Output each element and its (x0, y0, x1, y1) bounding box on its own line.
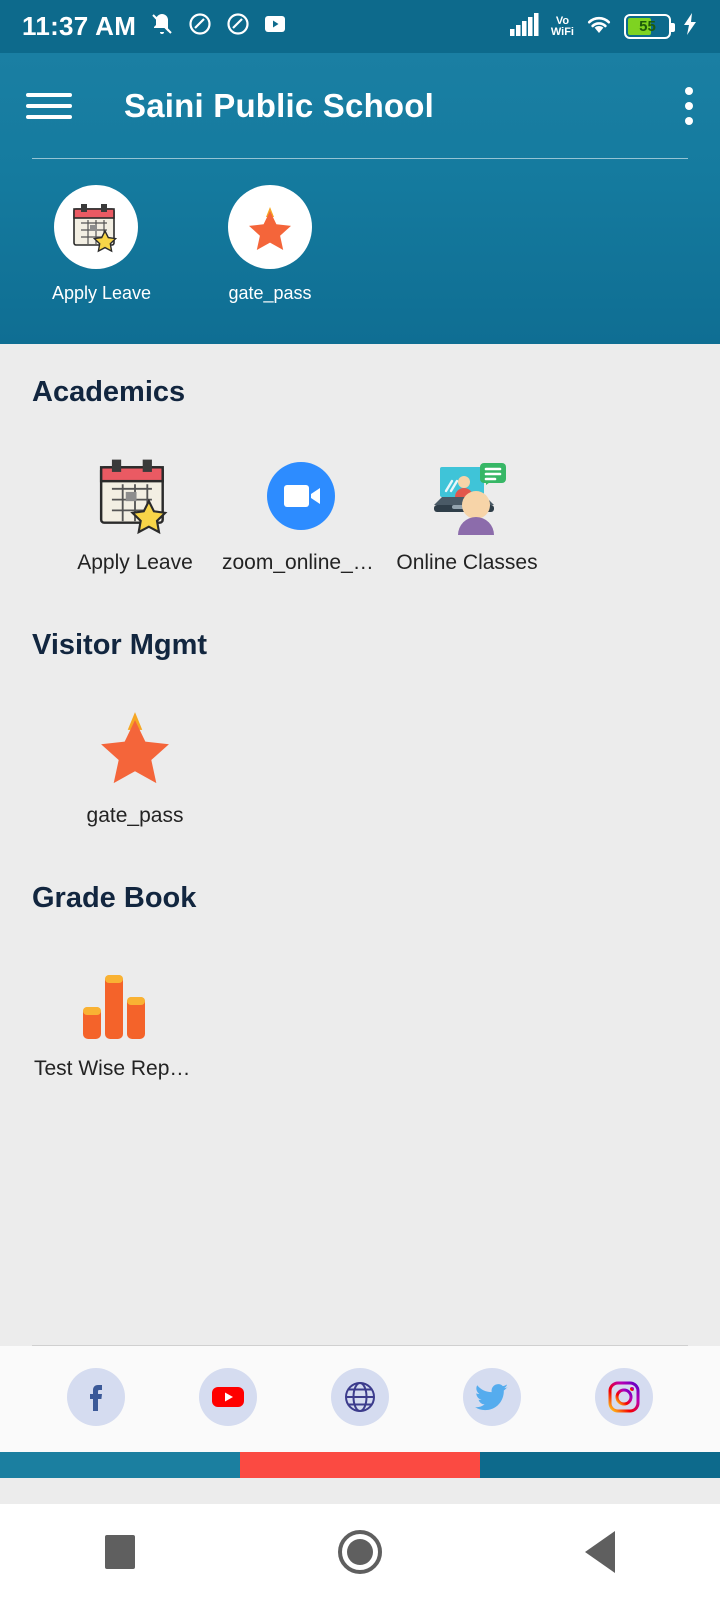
calendar-star-icon (52, 451, 218, 535)
tile-gate-pass[interactable]: gate_pass (52, 704, 218, 828)
do-not-disturb-icon (188, 12, 212, 41)
volte-wifi-indicator: Vo WiFi (550, 15, 574, 38)
section-title: Academics (32, 376, 186, 408)
tile-test-wise-report[interactable]: Test Wise Report… (30, 957, 196, 1081)
tile-label: Online Classes (396, 551, 538, 574)
triangle-back-icon[interactable] (540, 1531, 660, 1573)
tile-label: zoom_online_cla… (222, 551, 384, 574)
footer (0, 1345, 720, 1478)
app-bar: Saini Public School Apply Leave gate_pas… (0, 53, 720, 344)
battery-indicator: 55 (624, 14, 675, 39)
calendar-star-icon (54, 185, 138, 269)
favorite-label: gate_pass (228, 283, 312, 303)
status-bar-left: 11:37 AM (22, 11, 286, 42)
section-title: Visitor Mgmt (32, 629, 208, 661)
kebab-menu-icon[interactable] (684, 86, 694, 125)
tile-apply-leave[interactable]: Apply Leave (52, 451, 218, 575)
main-content: Academics Apply Leave zoom_online_cla… O… (0, 344, 720, 1277)
instagram-icon[interactable] (595, 1368, 653, 1426)
app-bar-top: Saini Public School (0, 53, 720, 158)
bell-off-icon (150, 12, 174, 41)
status-bar-right: Vo WiFi 55 (509, 12, 698, 41)
section-visitor-mgmt: Visitor Mgmt gate_pass (0, 597, 720, 850)
hamburger-menu-icon[interactable] (26, 86, 72, 126)
section-title: Grade Book (32, 882, 197, 914)
status-time: 11:37 AM (22, 11, 137, 41)
charging-bolt-icon (682, 12, 698, 41)
favorite-gate-pass[interactable]: gate_pass (226, 185, 314, 304)
website-globe-icon[interactable] (331, 1368, 389, 1426)
tricolor-left (0, 1452, 240, 1478)
star-icon (52, 704, 218, 788)
section-tiles: gate_pass (30, 662, 720, 850)
signal-bars-icon (509, 12, 540, 41)
tile-label: gate_pass (86, 804, 184, 827)
youtube-icon (264, 15, 286, 38)
tile-label: Test Wise Report… (34, 1057, 196, 1080)
section-tiles: Test Wise Report… (30, 915, 720, 1103)
favorite-apply-leave[interactable]: Apply Leave (52, 185, 152, 304)
square-recents-icon[interactable] (60, 1535, 180, 1569)
battery-percent: 55 (639, 18, 656, 35)
tricolor-strip (0, 1452, 720, 1478)
youtube-icon[interactable] (199, 1368, 257, 1426)
tile-zoom-online-class[interactable]: zoom_online_cla… (218, 451, 384, 575)
circle-home-icon[interactable] (300, 1530, 420, 1574)
tricolor-right (480, 1452, 720, 1478)
star-icon (228, 185, 312, 269)
do-not-disturb-icon (226, 12, 250, 41)
online-class-icon (384, 451, 550, 535)
status-bar: 11:37 AM Vo WiFi 55 (0, 0, 720, 53)
favorites-row: Apply Leave gate_pass (0, 159, 720, 344)
section-tiles: Apply Leave zoom_online_cla… Online Clas… (30, 409, 720, 597)
tile-online-classes[interactable]: Online Classes (384, 451, 550, 575)
android-nav-bar (0, 1504, 720, 1600)
twitter-icon[interactable] (463, 1368, 521, 1426)
social-links (0, 1346, 720, 1452)
wifi-icon (585, 13, 613, 40)
tricolor-center (240, 1452, 480, 1478)
facebook-icon[interactable] (67, 1368, 125, 1426)
bar-chart-icon (30, 957, 196, 1041)
zoom-video-icon (218, 451, 384, 535)
section-grade-book: Grade Book Test Wise Report… (0, 850, 720, 1103)
tile-label: Apply Leave (77, 551, 193, 574)
favorite-label: Apply Leave (52, 283, 152, 303)
volte-line-2: WiFi (550, 25, 574, 38)
page-title: Saini Public School (124, 86, 435, 124)
section-academics: Academics Apply Leave zoom_online_cla… O… (0, 344, 720, 597)
